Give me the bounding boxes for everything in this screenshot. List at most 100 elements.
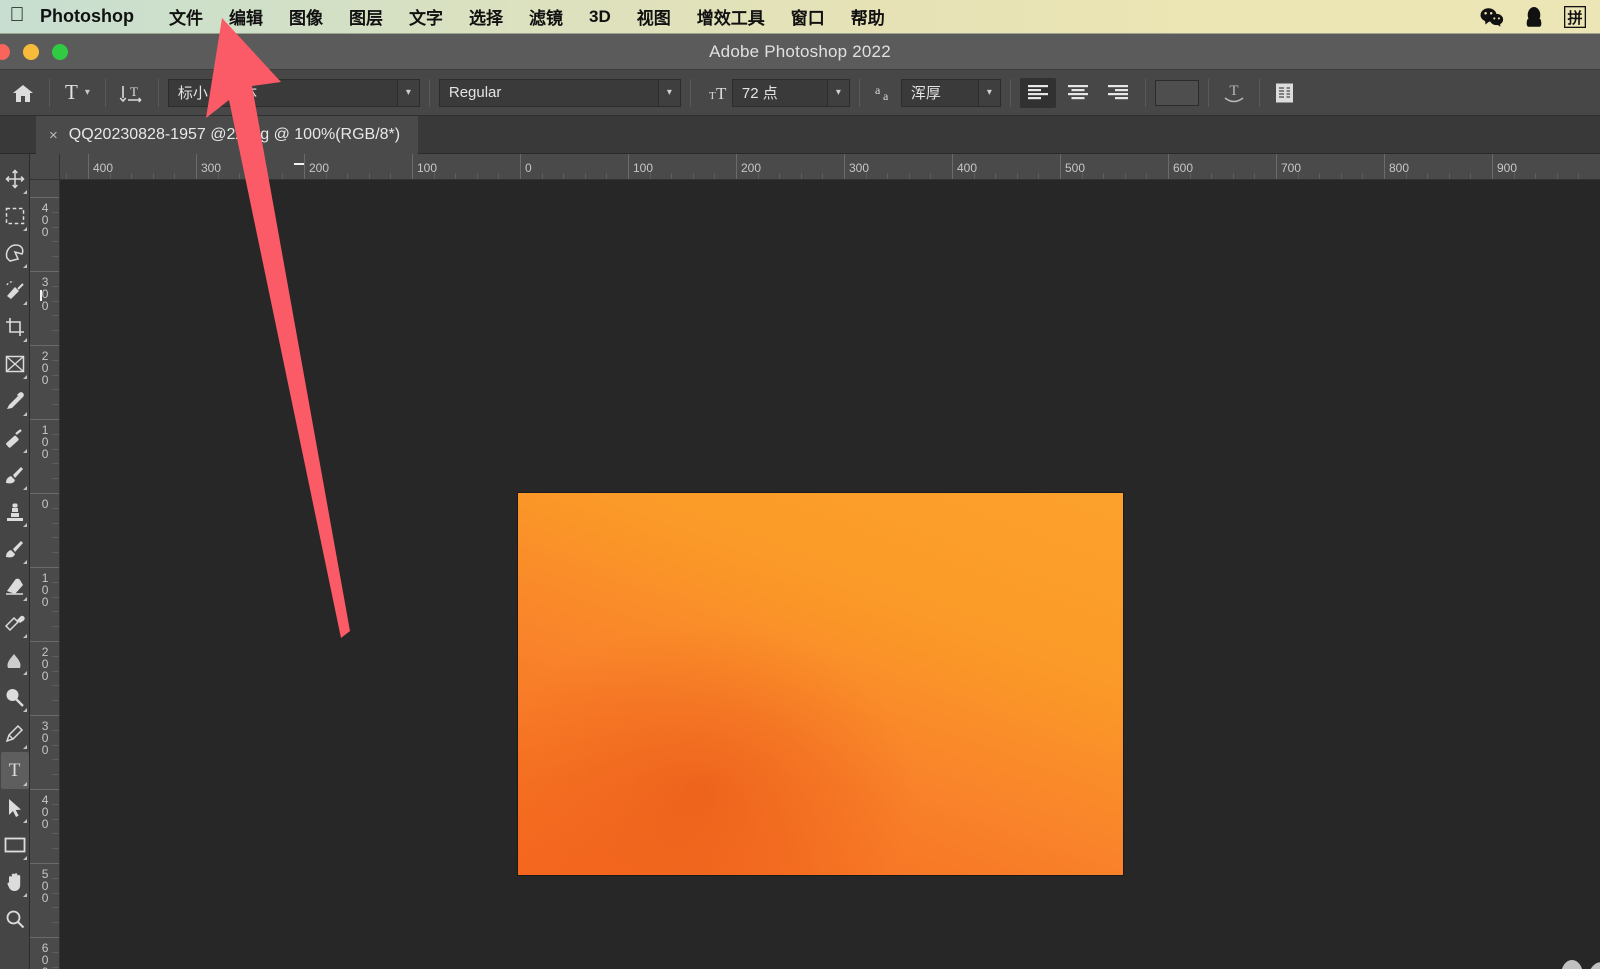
ruler-minor-tick-v [52, 685, 59, 687]
menu-item-image[interactable]: 图像 [276, 0, 336, 34]
history-brush-tool[interactable] [1, 530, 29, 567]
move-tool[interactable] [1, 160, 29, 197]
chevron-down-icon[interactable]: ▾ [657, 79, 680, 106]
ruler-minor-tick-v [52, 433, 59, 435]
font-style-select[interactable]: Regular ▾ [438, 78, 681, 107]
menu-item-select[interactable]: 选择 [456, 0, 516, 34]
qq-penguin-icon[interactable] [1526, 6, 1542, 28]
menu-item-layer[interactable]: 图层 [336, 0, 396, 34]
horizontal-ruler[interactable]: 6005004003002001000100200300400500600700… [60, 154, 1600, 180]
chevron-down-icon[interactable]: ▾ [977, 79, 1000, 106]
ruler-minor-tick-h [498, 173, 500, 179]
warp-text-icon[interactable]: T [1218, 78, 1250, 108]
zoom-tool[interactable] [1, 900, 29, 937]
document-tab-strip: × QQ20230828-1957 @2x.jpg @ 100%(RGB/8*) [0, 116, 1600, 154]
chevron-down-icon[interactable]: ▾ [826, 79, 849, 106]
rectangle-tool[interactable] [1, 826, 29, 863]
wechat-icon[interactable] [1480, 7, 1504, 27]
lasso-tool[interactable] [1, 234, 29, 271]
menu-item-help[interactable]: 帮助 [838, 0, 898, 34]
ruler-minor-tick-v [52, 907, 59, 909]
eyedropper-tool[interactable] [1, 382, 29, 419]
ruler-minor-tick-v [52, 818, 59, 820]
ruler-tick-v: 600 [30, 937, 59, 969]
divider [49, 78, 50, 107]
brush-tool[interactable] [1, 456, 29, 493]
marquee-tool[interactable] [1, 197, 29, 234]
vertical-ruler[interactable]: 400 300 200 100 0 100 200 300 400 500 600 [30, 180, 60, 969]
ruler-minor-tick-v [52, 774, 59, 776]
menu-item-view[interactable]: 视图 [624, 0, 684, 34]
path-selection-tool[interactable] [1, 789, 29, 826]
ruler-tick-h: 0 [520, 154, 532, 179]
character-panel-icon[interactable] [1269, 78, 1301, 108]
menu-item-file[interactable]: 文件 [156, 0, 216, 34]
ruler-minor-tick-h [541, 173, 543, 179]
gradient-tool[interactable] [1, 604, 29, 641]
tool-more-indicator [22, 523, 27, 527]
ruler-minor-tick-h [347, 173, 349, 179]
svg-text:T: T [130, 84, 138, 99]
clone-stamp-tool[interactable] [1, 493, 29, 530]
quick-selection-tool[interactable] [1, 271, 29, 308]
svg-text:T: T [716, 84, 727, 103]
tool-more-indicator [22, 671, 27, 675]
divider [1144, 78, 1146, 107]
menu-item-3d[interactable]: 3D [576, 0, 624, 34]
document-tab-title: QQ20230828-1957 @2x.jpg @ 100%(RGB/8*) [68, 126, 401, 143]
ruler-minor-tick-v [52, 552, 59, 554]
ruler-minor-tick-h [260, 173, 262, 179]
ruler-minor-tick-v [52, 404, 59, 406]
tool-more-indicator [22, 190, 27, 194]
ruler-minor-tick-v [52, 359, 59, 361]
dodge-tool[interactable] [1, 678, 29, 715]
home-icon[interactable] [6, 78, 40, 108]
menu-item-plugins[interactable]: 增效工具 [684, 0, 778, 34]
close-icon[interactable]: × [49, 127, 58, 144]
crop-tool[interactable] [1, 308, 29, 345]
image-artboard[interactable] [518, 493, 1123, 875]
ruler-minor-tick-v [52, 833, 59, 835]
menu-item-edit[interactable]: 编辑 [216, 0, 276, 34]
anti-alias-select[interactable]: 浑厚 ▾ [900, 78, 1001, 107]
font-size-input[interactable]: 72 点 ▾ [731, 78, 850, 107]
ruler-minor-tick-v [52, 330, 59, 332]
ruler-minor-tick-v [52, 211, 59, 213]
ruler-minor-tick-h [1189, 173, 1191, 179]
align-left-button[interactable] [1019, 77, 1056, 108]
active-tool-preset[interactable]: T ▾ [59, 78, 96, 107]
healing-brush-tool[interactable] [1, 419, 29, 456]
hand-tool[interactable] [1, 863, 29, 900]
type-tool-glyph: T [8, 759, 21, 781]
font-family-select[interactable]: 标小 龙珠体 ▾ [167, 78, 420, 107]
text-orientation-icon[interactable]: T [115, 78, 149, 108]
ruler-tick-v: 0 [30, 493, 59, 512]
menu-item-filter[interactable]: 滤镜 [516, 0, 576, 34]
pen-tool[interactable] [1, 715, 29, 752]
align-center-button[interactable] [1060, 78, 1096, 108]
type-tool[interactable]: T [0, 752, 29, 789]
chevron-down-icon[interactable]: ▾ [85, 87, 90, 98]
menu-item-app[interactable]: Photoshop [34, 0, 156, 34]
eraser-tool[interactable] [1, 567, 29, 604]
ruler-corner[interactable] [30, 154, 60, 180]
menu-item-type[interactable]: 文字 [396, 0, 456, 34]
blur-tool[interactable] [1, 641, 29, 678]
ruler-minor-tick-h [692, 173, 694, 179]
apple-icon[interactable]:  [0, 5, 34, 28]
pinyin-input-icon[interactable]: 拼 [1564, 5, 1586, 28]
canvas-area[interactable]: Bai du 经验 jingyan.bai 奥义游戏网 www.aoe1.com [60, 180, 1600, 969]
ruler-minor-tick-h [714, 173, 716, 179]
align-right-button[interactable] [1100, 78, 1136, 108]
ruler-minor-tick-v [52, 507, 59, 509]
document-tab[interactable]: × QQ20230828-1957 @2x.jpg @ 100%(RGB/8*) [36, 116, 419, 154]
menu-item-window[interactable]: 窗口 [778, 0, 838, 34]
frame-tool[interactable] [1, 345, 29, 382]
ruler-minor-tick-h [930, 173, 932, 179]
chevron-down-icon[interactable]: ▾ [396, 79, 419, 106]
ruler-minor-tick-v [52, 744, 59, 746]
ruler-minor-tick-v [52, 700, 59, 702]
text-color-swatch[interactable] [1154, 79, 1199, 106]
ruler-minor-tick-v [52, 478, 59, 480]
ruler-minor-tick-h [1448, 173, 1450, 179]
